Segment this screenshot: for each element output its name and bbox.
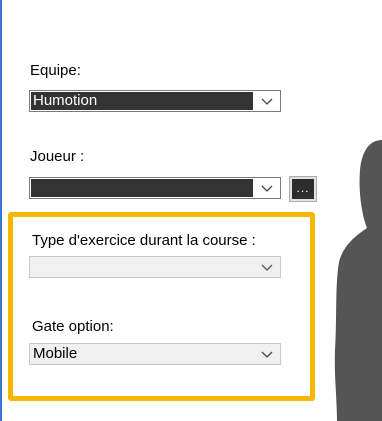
panel-left-border bbox=[0, 0, 2, 421]
equipe-value: Humotion bbox=[31, 92, 253, 110]
person-silhouette-icon bbox=[334, 140, 382, 421]
chevron-down-icon[interactable] bbox=[254, 344, 280, 364]
chevron-down-icon[interactable] bbox=[254, 91, 280, 111]
joueur-browse-button[interactable]: ... bbox=[289, 176, 317, 202]
browse-button-label: ... bbox=[292, 179, 314, 199]
joueur-select[interactable] bbox=[29, 177, 281, 199]
chevron-down-icon[interactable] bbox=[254, 257, 280, 277]
exercise-type-value bbox=[31, 258, 253, 276]
gate-option-select[interactable]: Mobile bbox=[29, 343, 281, 365]
joueur-label: Joueur : bbox=[30, 148, 85, 165]
chevron-down-icon[interactable] bbox=[254, 178, 280, 198]
joueur-value bbox=[31, 179, 253, 197]
exercise-type-label: Type d'exercice durant la course : bbox=[32, 232, 256, 249]
gate-option-value: Mobile bbox=[33, 345, 78, 362]
equipe-label: Equipe: bbox=[30, 62, 81, 79]
gate-option-label: Gate option: bbox=[32, 318, 114, 335]
equipe-select[interactable]: Humotion bbox=[29, 90, 281, 112]
exercise-type-select[interactable] bbox=[29, 256, 281, 278]
